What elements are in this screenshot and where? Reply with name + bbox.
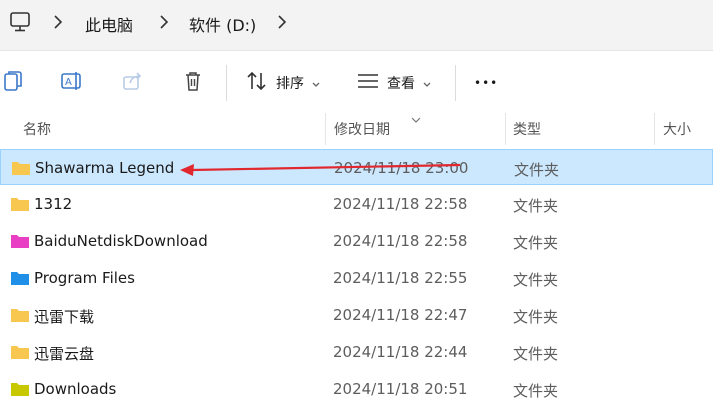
monitor-icon[interactable] (9, 11, 31, 37)
chevron-down-icon (311, 74, 321, 93)
list-view-icon (357, 72, 379, 94)
file-name: Program Files (34, 269, 135, 287)
chevron-right-icon[interactable] (158, 14, 170, 34)
toolbar-separator (226, 65, 227, 101)
sort-indicator-icon (410, 109, 422, 128)
breadcrumb-this-pc[interactable]: 此电脑 (85, 12, 133, 36)
svg-text:A: A (65, 77, 72, 88)
view-label: 查看 (387, 76, 415, 92)
file-date: 2024/11/18 20:51 (333, 380, 468, 398)
folder-icon (10, 307, 30, 327)
file-row[interactable]: 迅雷下载 2024/11/18 22:47 文件夹 (0, 297, 713, 333)
rename-icon: A (60, 69, 84, 97)
folder-icon (10, 270, 30, 290)
sort-icon (246, 70, 268, 96)
chevron-down-icon (422, 74, 432, 93)
file-name: 1312 (34, 195, 73, 213)
delete-button[interactable] (183, 65, 203, 101)
folder-icon (10, 381, 30, 401)
file-row[interactable]: BaiduNetdiskDownload 2024/11/18 22:58 文件… (0, 223, 713, 259)
chevron-right-icon[interactable] (276, 14, 288, 34)
column-type[interactable]: 类型 (513, 119, 541, 139)
file-date: 2024/11/18 22:47 (333, 306, 468, 324)
file-date: 2024/11/18 22:58 (333, 232, 468, 250)
share-icon (122, 70, 144, 96)
file-row[interactable]: Shawarma Legend 2024/11/18 23:00 文件夹 (0, 149, 713, 185)
folder-icon (10, 233, 30, 253)
chevron-right-icon[interactable] (52, 14, 64, 34)
column-divider[interactable] (325, 113, 326, 145)
file-type: 文件夹 (513, 271, 559, 289)
file-row[interactable]: Program Files 2024/11/18 22:55 文件夹 (0, 260, 713, 296)
view-button[interactable]: 查看 (357, 65, 432, 101)
folder-icon (10, 344, 30, 364)
file-type: 文件夹 (513, 382, 559, 400)
file-row[interactable]: 1312 2024/11/18 22:58 文件夹 (0, 186, 713, 222)
column-header-row: 名称 修改日期 类型 大小 (0, 113, 713, 145)
file-name: BaiduNetdiskDownload (34, 232, 208, 250)
column-divider[interactable] (654, 113, 655, 145)
toolbar-separator (455, 65, 456, 101)
more-icon: ••• (474, 76, 499, 90)
column-size[interactable]: 大小 (663, 119, 691, 139)
file-name: 迅雷下载 (34, 308, 95, 326)
file-row[interactable]: Downloads 2024/11/18 20:51 文件夹 (0, 371, 713, 407)
sort-button[interactable]: 排序 (246, 65, 321, 101)
address-bar: 此电脑 软件 (D:) (0, 0, 713, 50)
file-date: 2024/11/18 22:55 (333, 269, 468, 287)
file-name: 迅雷云盘 (34, 345, 95, 363)
column-name[interactable]: 名称 (23, 119, 51, 139)
file-type: 文件夹 (513, 345, 559, 363)
breadcrumb-drive-d[interactable]: 软件 (D:) (189, 12, 256, 36)
sort-label: 排序 (276, 76, 304, 92)
copy-button[interactable] (2, 65, 24, 101)
more-options-button[interactable]: ••• (474, 65, 498, 101)
file-name: Shawarma Legend (35, 159, 175, 177)
file-type: 文件夹 (514, 161, 560, 179)
file-type: 文件夹 (513, 234, 559, 252)
share-button[interactable] (122, 65, 144, 101)
column-divider[interactable] (505, 113, 506, 145)
file-row[interactable]: 迅雷云盘 2024/11/18 22:44 文件夹 (0, 334, 713, 370)
rename-button[interactable]: A (60, 65, 84, 101)
folder-icon (10, 196, 30, 216)
column-date[interactable]: 修改日期 (334, 119, 390, 139)
copy-icon (2, 69, 24, 97)
file-date: 2024/11/18 22:58 (333, 195, 468, 213)
file-date: 2024/11/18 23:00 (334, 159, 469, 177)
file-type: 文件夹 (513, 197, 559, 215)
folder-icon (11, 160, 31, 180)
trash-icon (183, 70, 203, 96)
command-bar: A 排序 查看 ••• (0, 51, 713, 113)
file-type: 文件夹 (513, 308, 559, 326)
file-name: Downloads (34, 380, 117, 398)
file-date: 2024/11/18 22:44 (333, 343, 468, 361)
